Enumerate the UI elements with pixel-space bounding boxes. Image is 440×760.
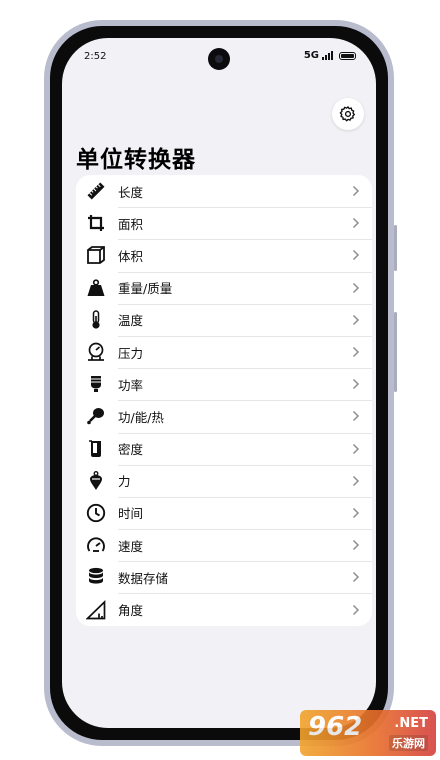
list-item-speed[interactable]: 速度 [76, 529, 372, 561]
battery-icon [339, 51, 356, 60]
status-time: 2:52 [84, 51, 107, 62]
watermark-sub: 乐游网 [389, 735, 428, 751]
chevron-right-icon [352, 604, 360, 616]
page-title: 单位转换器 [76, 147, 196, 173]
thermometer-icon [85, 309, 107, 331]
chevron-right-icon [352, 410, 360, 422]
list-item-label: 时间 [118, 506, 144, 522]
cube-icon [85, 244, 107, 266]
list-item-temperature[interactable]: 温度 [76, 303, 372, 336]
chevron-right-icon [352, 217, 360, 229]
plumb-bob-icon [85, 470, 107, 492]
bezel: 2:52 5G 单位转换器 长度 面积 体积 重量/质量 温度 压力 功率 功/… [50, 26, 388, 740]
list-item-label: 速度 [118, 538, 144, 554]
list-item-label: 重量/质量 [118, 281, 173, 297]
database-icon [85, 566, 107, 588]
list-item-label: 面积 [118, 216, 144, 232]
chevron-right-icon [352, 443, 360, 455]
list-item-volume[interactable]: 体积 [76, 239, 372, 271]
list-item-energy[interactable]: 功/能/热 [76, 400, 372, 432]
watermark-brand: 962 [308, 712, 363, 742]
power-button [394, 225, 397, 271]
list-item-force[interactable]: 力 [76, 464, 372, 497]
list-item-label: 功率 [118, 377, 144, 393]
weight-icon [85, 277, 107, 299]
list-item-data-storage[interactable]: 数据存储 [76, 561, 372, 593]
screen: 2:52 5G 单位转换器 长度 面积 体积 重量/质量 温度 压力 功率 功/… [62, 38, 376, 728]
list-item-label: 压力 [118, 345, 144, 361]
signal-icon [322, 51, 333, 60]
list-item-label: 长度 [118, 184, 144, 200]
crop-icon [85, 212, 107, 234]
list-item-angle[interactable]: 角度 [76, 593, 372, 625]
chevron-right-icon [352, 185, 360, 197]
list-item-label: 体积 [118, 248, 144, 264]
list-item-label: 力 [118, 474, 131, 490]
list-item-label: 角度 [118, 603, 144, 619]
clock-icon [85, 502, 107, 524]
chevron-right-icon [352, 475, 360, 487]
chevron-right-icon [352, 249, 360, 261]
chevron-right-icon [352, 282, 360, 294]
front-camera [208, 48, 230, 70]
set-square-icon [85, 599, 107, 621]
phone-frame: 2:52 5G 单位转换器 长度 面积 体积 重量/质量 温度 压力 功率 功/… [44, 20, 397, 746]
list-item-label: 温度 [118, 313, 144, 329]
list-item-density[interactable]: 密度 [76, 432, 372, 465]
list-item-length[interactable]: 长度 [76, 175, 372, 207]
chevron-right-icon [352, 507, 360, 519]
gear-icon [339, 106, 356, 122]
list-item-time[interactable]: 时间 [76, 496, 372, 529]
list-item-label: 功/能/热 [118, 409, 164, 425]
list-item-power[interactable]: 功率 [76, 368, 372, 400]
settings-button[interactable] [332, 98, 364, 130]
list-item-label: 密度 [118, 442, 144, 458]
status-indicators: 5G [304, 50, 356, 61]
watermark-logo: 962 .NET 乐游网 [300, 710, 436, 756]
watermark-suffix: .NET [394, 716, 428, 731]
chevron-right-icon [352, 314, 360, 326]
ruler-icon [85, 180, 107, 202]
list-item-area[interactable]: 面积 [76, 207, 372, 239]
list-item-label: 数据存储 [118, 570, 169, 586]
volume-button [394, 312, 397, 392]
chevron-right-icon [352, 378, 360, 390]
list-item-weight[interactable]: 重量/质量 [76, 271, 372, 304]
chevron-right-icon [352, 539, 360, 551]
chevron-right-icon [352, 346, 360, 358]
pressure-gauge-icon [85, 341, 107, 363]
category-list: 长度 面积 体积 重量/质量 温度 压力 功率 功/能/热 密度 力 时间 速度… [76, 175, 372, 626]
beaker-icon [85, 438, 107, 460]
network-type: 5G [303, 50, 319, 61]
chevron-right-icon [352, 571, 360, 583]
drumstick-icon [85, 405, 107, 427]
list-item-pressure[interactable]: 压力 [76, 335, 372, 368]
speedometer-icon [85, 534, 107, 556]
bulb-icon [85, 373, 107, 395]
